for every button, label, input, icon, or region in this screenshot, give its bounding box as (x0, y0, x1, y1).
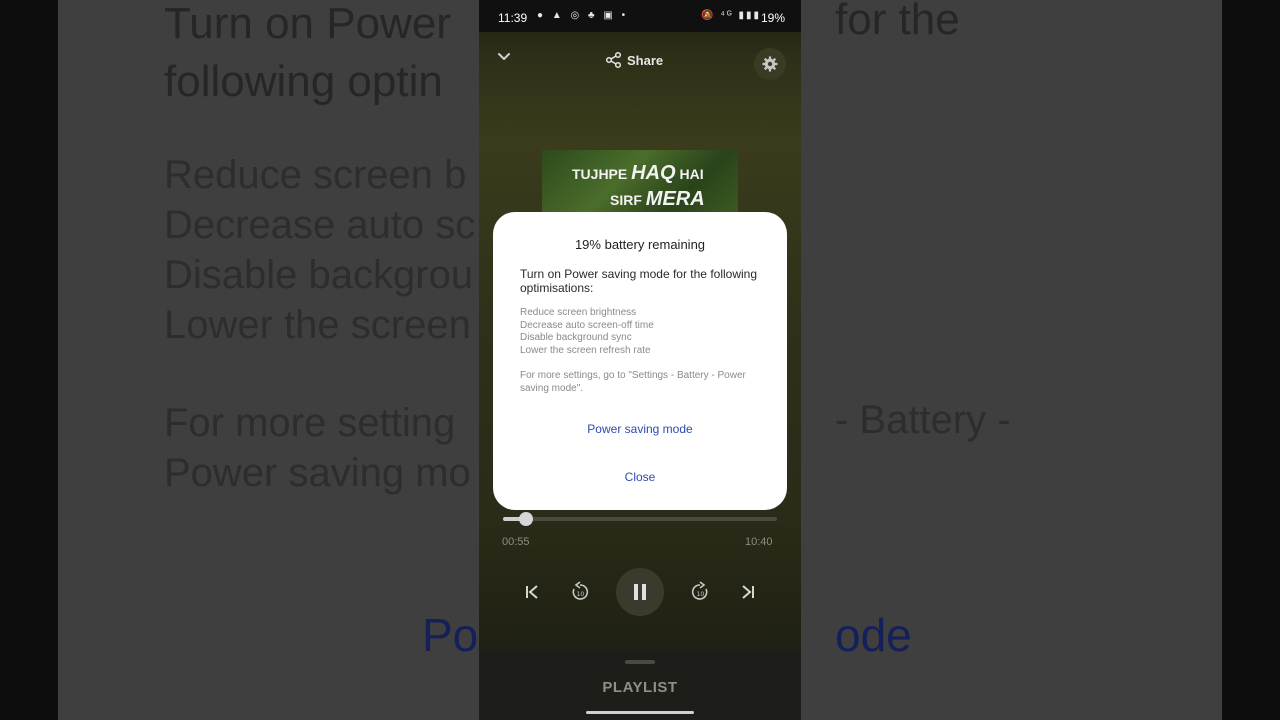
bg-more: For more setting Power saving mo (164, 401, 471, 495)
chevron-down-icon[interactable] (496, 48, 512, 64)
list-item: Reduce screen brightness (520, 307, 637, 318)
status-bar: 11:39 ● ▲ ◎ ♣ ▣ • 🔕 ⁴ᴳ ▮▮▮ 19% (479, 0, 801, 32)
bg-title: Turn on Power following optin (164, 0, 451, 106)
skip-next-icon (742, 585, 754, 599)
playlist-label: PLAYLIST (602, 679, 678, 696)
pause-icon (634, 584, 646, 600)
svg-text:10: 10 (697, 591, 705, 598)
svg-text:10: 10 (577, 591, 585, 598)
skip-previous-button[interactable] (518, 578, 546, 606)
elapsed-time: 00:55 (502, 536, 530, 548)
skip-previous-icon (526, 585, 538, 599)
settings-button[interactable] (754, 48, 786, 80)
seek-bar-thumb[interactable] (519, 512, 533, 526)
optimisation-list: Reduce screen brightness Decrease auto s… (520, 307, 760, 357)
cover-line-2: SIRF MERA (610, 188, 705, 210)
skip-next-button[interactable] (734, 578, 762, 606)
forward-10-button[interactable]: 10 (686, 578, 714, 606)
signal-icons: 🔕 ⁴ᴳ ▮▮▮ (701, 10, 761, 21)
cover-line-1: TUJHPE HAQ HAI (572, 162, 704, 184)
dialog-title: 19% battery remaining (574, 237, 706, 252)
list-item: Disable background sync (520, 332, 632, 344)
battery-percent: 19% (760, 11, 785, 25)
power-saving-mode-button[interactable]: Power saving mode (493, 422, 787, 436)
dialog-intro: Turn on Power saving mode for the follow… (520, 267, 758, 295)
battery-dialog: 19% battery remaining Turn on Power savi… (493, 212, 787, 510)
list-item: Lower the screen refresh rate (520, 344, 651, 356)
drawer-handle[interactable] (625, 660, 655, 664)
bg-more-right: - Battery - (835, 398, 1011, 442)
status-time: 11:39 (498, 11, 528, 25)
share-icon (605, 51, 622, 69)
playlist-drawer[interactable]: PLAYLIST (479, 650, 801, 720)
bg-list: Reduce screen b Decrease auto sc Disable… (164, 153, 476, 347)
close-button[interactable]: Close (493, 470, 787, 484)
forward-10-icon: 10 (691, 581, 708, 600)
share-label: Share (627, 53, 664, 68)
rewind-10-icon: 10 (572, 581, 589, 600)
rewind-10-button[interactable]: 10 (566, 578, 594, 606)
bg-link: Po (422, 609, 479, 661)
list-item: Decrease auto screen-off time (520, 319, 654, 331)
gear-icon (762, 56, 778, 72)
seek-bar[interactable] (503, 512, 777, 526)
player-topbar: Share (479, 40, 801, 80)
dialog-more-info: For more settings, go to "Settings - Bat… (520, 370, 746, 394)
notification-icons: ● ▲ ◎ ♣ ▣ • (537, 10, 629, 21)
pause-button[interactable] (616, 568, 664, 616)
album-cover: TUJHPE HAQ HAI SIRF MERA (542, 150, 738, 220)
bg-title-right: for the (835, 0, 960, 44)
gesture-nav-bar[interactable] (586, 711, 694, 714)
bg-link-right: ode (835, 609, 912, 661)
total-time: 10:40 (745, 536, 773, 548)
